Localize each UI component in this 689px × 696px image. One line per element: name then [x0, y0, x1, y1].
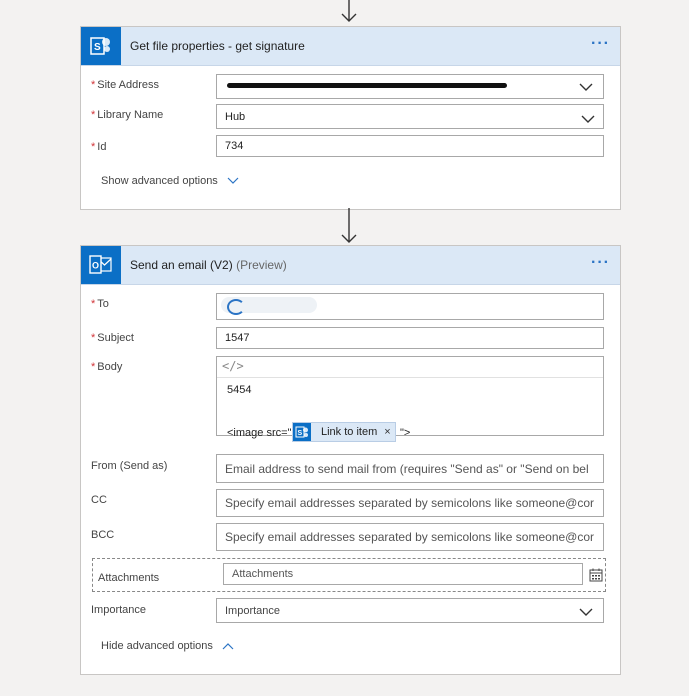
- from-label: From (Send as): [91, 460, 168, 472]
- redacted-value: [227, 83, 507, 88]
- cc-input[interactable]: Specify email addresses separated by sem…: [216, 489, 604, 517]
- subject-input[interactable]: 1547: [216, 327, 604, 349]
- cc-label: CC: [91, 494, 107, 506]
- importance-dropdown[interactable]: Importance: [216, 598, 604, 623]
- body-text-suffix: ">: [400, 427, 411, 439]
- get-file-properties-card: S Get file properties - get signature ··…: [80, 26, 621, 210]
- chevron-down-icon[interactable]: [579, 114, 597, 124]
- attachments-section: Attachments Attachments: [92, 558, 606, 592]
- token-label: Link to item: [321, 426, 378, 438]
- recipient-token: [221, 297, 317, 315]
- sharepoint-icon: S: [81, 27, 121, 65]
- body-editor[interactable]: </> 5454 <image src=" S Link to item × "…: [216, 356, 604, 442]
- more-options-icon[interactable]: ···: [591, 254, 610, 272]
- attachments-input[interactable]: Attachments: [223, 563, 583, 585]
- calendar-icon[interactable]: [589, 568, 603, 582]
- library-name-dropdown[interactable]: Hub: [216, 104, 604, 129]
- site-address-dropdown[interactable]: [216, 74, 604, 99]
- token-remove-button[interactable]: ×: [384, 426, 390, 438]
- outlook-icon: O: [81, 246, 121, 284]
- importance-label: Importance: [91, 604, 147, 616]
- id-label: * Id: [91, 141, 107, 153]
- chevron-down-icon[interactable]: [579, 607, 593, 617]
- hide-advanced-options-toggle[interactable]: Hide advanced options: [101, 640, 234, 652]
- subject-label: * Subject: [91, 332, 134, 344]
- svg-text:S: S: [94, 42, 101, 53]
- attachments-label: Attachments: [98, 572, 160, 584]
- to-label: * To: [91, 298, 109, 310]
- dynamic-content-token[interactable]: S Link to item ×: [292, 422, 396, 442]
- card-title: Send an email (V2) (Preview): [130, 258, 287, 272]
- to-input[interactable]: [216, 293, 604, 320]
- body-text-line: <image src=": [227, 427, 292, 439]
- bcc-label: BCC: [91, 529, 115, 541]
- body-toolbar: </>: [217, 357, 603, 378]
- card-header[interactable]: S Get file properties - get signature ··…: [81, 27, 620, 66]
- card-header[interactable]: O Send an email (V2) (Preview) ···: [81, 246, 620, 285]
- more-options-icon[interactable]: ···: [591, 35, 610, 53]
- sharepoint-icon: S: [293, 423, 311, 441]
- from-input[interactable]: Email address to send mail from (require…: [216, 454, 604, 483]
- id-input[interactable]: 734: [216, 135, 604, 157]
- site-address-label: * Site Address: [91, 79, 160, 91]
- chevron-up-icon: [222, 643, 234, 650]
- send-email-card: O Send an email (V2) (Preview) ··· * To *…: [80, 245, 621, 675]
- chevron-down-icon[interactable]: [579, 82, 593, 92]
- card-title: Get file properties - get signature: [130, 39, 305, 53]
- bcc-input[interactable]: Specify email addresses separated by sem…: [216, 523, 604, 551]
- body-text-line: 5454: [227, 384, 252, 396]
- code-view-icon[interactable]: </>: [222, 359, 244, 373]
- show-advanced-options-toggle[interactable]: Show advanced options: [101, 175, 239, 187]
- svg-text:S: S: [298, 430, 303, 437]
- flow-arrow-top-icon: [341, 0, 357, 22]
- svg-text:O: O: [92, 261, 99, 271]
- avatar: [227, 299, 245, 315]
- flow-arrow-middle-icon: [341, 208, 357, 243]
- chevron-down-icon: [227, 177, 239, 184]
- body-label: * Body: [91, 361, 123, 373]
- library-name-label: * Library Name: [91, 109, 164, 121]
